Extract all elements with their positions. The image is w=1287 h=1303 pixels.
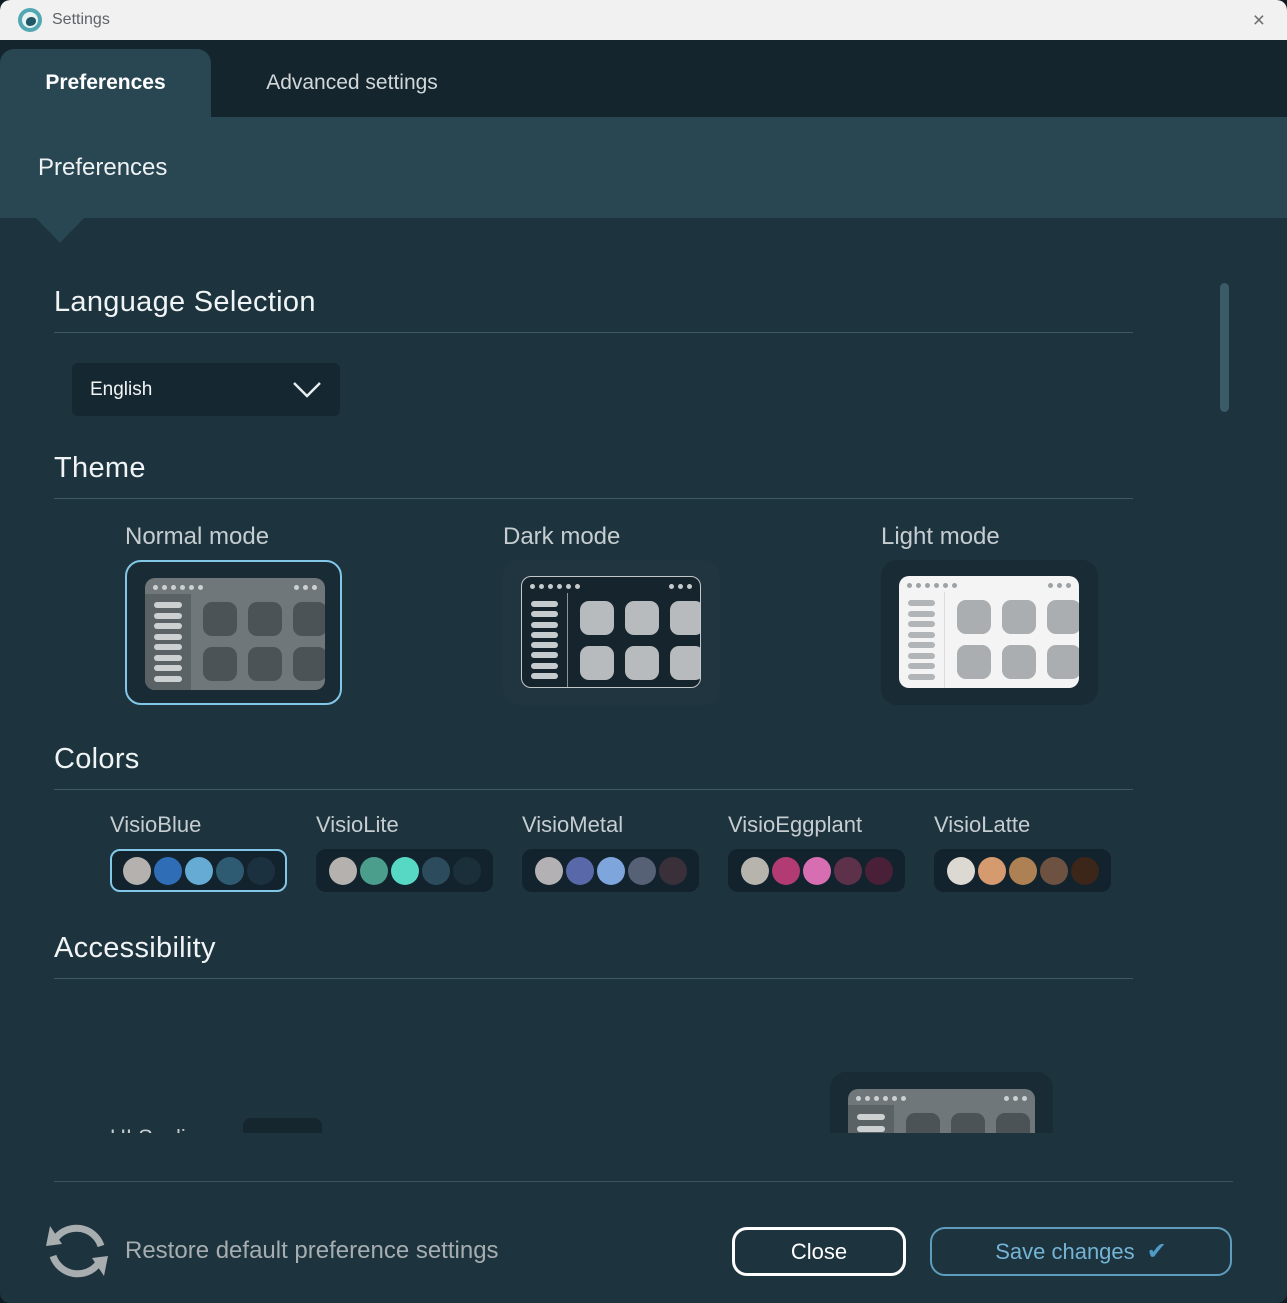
settings-window: Settings × Preferences Advanced settings… bbox=[0, 0, 1287, 1303]
ui-scaling-preview-card bbox=[830, 1072, 1053, 1133]
color-swatch bbox=[597, 857, 625, 885]
palette-name: VisioBlue bbox=[110, 812, 287, 838]
theme-option-dark: Dark mode bbox=[503, 523, 720, 705]
color-swatch bbox=[947, 857, 975, 885]
section-header-band: Preferences bbox=[0, 117, 1287, 218]
color-swatch bbox=[391, 857, 419, 885]
colors-section-heading: Colors bbox=[54, 743, 1133, 776]
palette-visioeggplant: VisioEggplant bbox=[728, 812, 905, 892]
language-section-heading: Language Selection bbox=[54, 286, 1133, 319]
palette-swatches-visioeggplant[interactable] bbox=[728, 849, 905, 892]
save-changes-label: Save changes bbox=[995, 1239, 1134, 1265]
palette-swatches-visioblue[interactable] bbox=[110, 849, 287, 892]
dark-mode-thumbnail bbox=[521, 576, 701, 688]
light-mode-thumbnail bbox=[899, 576, 1079, 688]
color-swatch bbox=[185, 857, 213, 885]
color-swatch bbox=[535, 857, 563, 885]
divider bbox=[54, 978, 1133, 979]
divider bbox=[54, 789, 1133, 790]
color-swatch bbox=[741, 857, 769, 885]
language-dropdown[interactable]: English bbox=[72, 363, 340, 416]
theme-option-label: Normal mode bbox=[125, 523, 342, 551]
divider bbox=[54, 498, 1133, 499]
color-swatch bbox=[1040, 857, 1068, 885]
tab-preferences[interactable]: Preferences bbox=[0, 49, 211, 117]
close-button[interactable]: Close bbox=[732, 1227, 906, 1276]
palette-name: VisioLite bbox=[316, 812, 493, 838]
theme-options-row: Normal mode Dark mode bbox=[125, 523, 1287, 705]
palette-visiolite: VisioLite bbox=[316, 812, 493, 892]
normal-mode-thumbnail bbox=[145, 578, 325, 690]
color-swatch bbox=[803, 857, 831, 885]
color-swatch bbox=[422, 857, 450, 885]
theme-card-normal-mode[interactable] bbox=[125, 560, 342, 705]
theme-option-label: Light mode bbox=[881, 523, 1098, 551]
color-swatch bbox=[1071, 857, 1099, 885]
titlebar: Settings × bbox=[0, 0, 1287, 40]
color-swatch bbox=[123, 857, 151, 885]
ui-scaling-value[interactable]: 1.0 bbox=[243, 1118, 322, 1133]
color-swatch bbox=[865, 857, 893, 885]
palette-visiolatte: VisioLatte bbox=[934, 812, 1111, 892]
theme-option-light: Light mode bbox=[881, 523, 1098, 705]
ui-scaling-preview-thumbnail bbox=[848, 1089, 1035, 1133]
palette-visiometal: VisioMetal bbox=[522, 812, 699, 892]
palette-swatches-visiometal[interactable] bbox=[522, 849, 699, 892]
restore-defaults-icon[interactable] bbox=[42, 1216, 112, 1286]
color-swatch bbox=[360, 857, 388, 885]
language-dropdown-value: English bbox=[90, 379, 152, 401]
palette-visioblue: VisioBlue bbox=[110, 812, 287, 892]
color-swatch bbox=[329, 857, 357, 885]
vertical-scrollbar-thumb[interactable] bbox=[1220, 283, 1229, 412]
palette-swatches-visiolatte[interactable] bbox=[934, 849, 1111, 892]
divider bbox=[54, 332, 1133, 333]
palette-name: VisioLatte bbox=[934, 812, 1111, 838]
window-title: Settings bbox=[52, 11, 110, 29]
theme-option-normal: Normal mode bbox=[125, 523, 342, 705]
restore-defaults-label[interactable]: Restore default preference settings bbox=[125, 1237, 499, 1265]
theme-section-heading: Theme bbox=[54, 452, 1133, 485]
theme-option-label: Dark mode bbox=[503, 523, 720, 551]
tab-advanced-settings[interactable]: Advanced settings bbox=[222, 49, 482, 117]
color-swatch bbox=[659, 857, 687, 885]
palette-swatches-visiolite[interactable] bbox=[316, 849, 493, 892]
color-swatch bbox=[154, 857, 182, 885]
page-title: Preferences bbox=[38, 154, 167, 182]
color-swatch bbox=[566, 857, 594, 885]
color-swatch bbox=[834, 857, 862, 885]
app-logo-icon bbox=[18, 8, 42, 32]
ui-scaling-label: UI Scaling bbox=[110, 1125, 210, 1133]
color-swatch bbox=[978, 857, 1006, 885]
color-swatch bbox=[216, 857, 244, 885]
save-changes-button[interactable]: Save changes ✔ bbox=[930, 1227, 1232, 1276]
palette-name: VisioMetal bbox=[522, 812, 699, 838]
color-swatch bbox=[772, 857, 800, 885]
theme-card-light-mode[interactable] bbox=[881, 560, 1098, 705]
footer-divider bbox=[54, 1181, 1233, 1182]
theme-card-dark-mode[interactable] bbox=[503, 560, 720, 705]
close-window-icon[interactable]: × bbox=[1247, 10, 1271, 31]
color-palettes-row: VisioBlue VisioLite VisioMetal VisioEggp… bbox=[110, 812, 1287, 892]
chevron-down-icon bbox=[292, 381, 322, 398]
tab-bar: Preferences Advanced settings bbox=[0, 40, 1287, 117]
accessibility-section-heading: Accessibility bbox=[54, 932, 1133, 965]
color-swatch bbox=[628, 857, 656, 885]
checkmark-icon: ✔ bbox=[1147, 1237, 1167, 1266]
settings-scroll-area: Language Selection English Theme Normal … bbox=[0, 218, 1287, 1133]
color-swatch bbox=[247, 857, 275, 885]
color-swatch bbox=[453, 857, 481, 885]
color-swatch bbox=[1009, 857, 1037, 885]
palette-name: VisioEggplant bbox=[728, 812, 905, 838]
